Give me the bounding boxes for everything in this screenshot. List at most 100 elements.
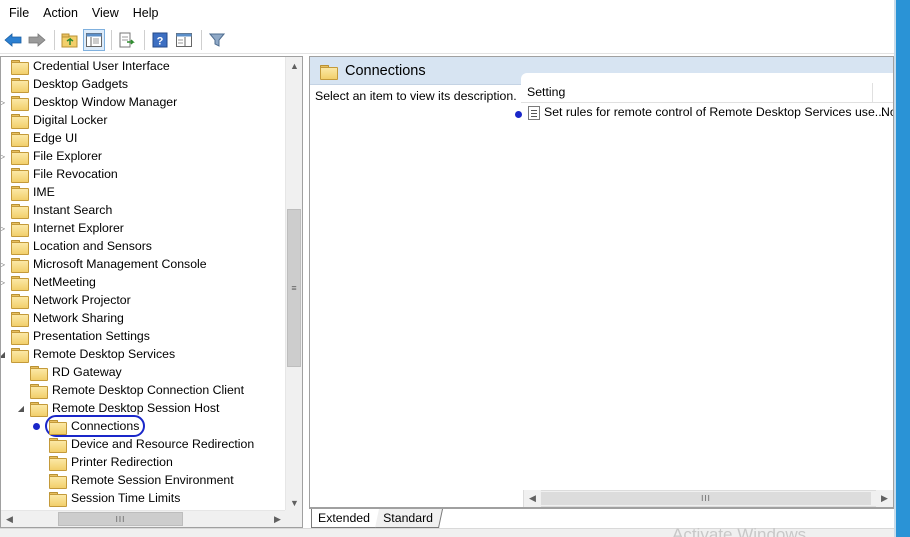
menu-file[interactable]: File [2, 2, 36, 24]
help-icon[interactable]: ? [149, 29, 171, 51]
tree-item[interactable]: Connections [1, 415, 286, 437]
show-hide-tree-icon[interactable] [83, 28, 105, 51]
tree-hscroll-thumb[interactable]: III [58, 512, 183, 526]
folder-icon [11, 276, 29, 291]
tab-standard[interactable]: Standard [374, 509, 444, 528]
tree-item-label: Network Sharing [33, 311, 124, 325]
tree-item-label: NetMeeting [33, 275, 96, 289]
tree-item-label: Remote Desktop Session Host [52, 401, 220, 415]
tree-item[interactable]: Digital Locker [1, 111, 286, 129]
tree-item[interactable]: Device and Resource Redirection [1, 435, 286, 453]
tree-item[interactable]: RD Gateway [1, 363, 286, 381]
expand-arrow-icon[interactable]: ▷ [1, 93, 6, 111]
filter-icon[interactable] [206, 29, 228, 51]
folder-icon [30, 384, 48, 399]
setting-name: Set rules for remote control of Remote D… [544, 105, 886, 119]
folder-icon [11, 240, 29, 255]
folder-icon [11, 150, 29, 165]
expand-arrow-icon[interactable]: ▷ [1, 147, 6, 165]
tree-item[interactable]: ▷ Desktop Window Manager [1, 93, 286, 111]
svg-text:?: ? [157, 35, 164, 47]
details-pane: Connections Select an item to view its d… [309, 56, 894, 508]
tree-item[interactable]: ▷ NetMeeting [1, 273, 286, 291]
folder-icon [11, 78, 29, 93]
folder-icon [11, 96, 29, 111]
tab-extended[interactable]: Extended [311, 509, 375, 528]
tree-horizontal-scrollbar[interactable]: ◀ III ▶ [1, 510, 286, 527]
collapse-arrow-icon[interactable]: ◢ [17, 399, 25, 417]
expand-arrow-icon[interactable]: ▷ [1, 255, 6, 273]
folder-icon [11, 60, 29, 75]
tree-item[interactable]: Network Sharing [1, 309, 286, 327]
toolbar-separator [111, 29, 112, 50]
tree-item[interactable]: Remote Session Environment [1, 471, 286, 489]
back-arrow-icon[interactable] [2, 29, 24, 51]
folder-icon [11, 348, 29, 363]
toolbar-separator [201, 29, 202, 50]
tree-item-label: File Explorer [33, 149, 103, 163]
tree-item-label: Session Time Limits [71, 491, 181, 505]
folder-icon [49, 474, 67, 489]
folder-icon [11, 186, 29, 201]
tree-vertical-scrollbar[interactable]: ▲ ≡ ▼ [285, 57, 302, 511]
tree-item-label: Printer Redirection [71, 455, 173, 469]
export-list-icon[interactable] [116, 29, 138, 51]
tree-scroll-thumb[interactable]: ≡ [287, 209, 301, 367]
list-horizontal-scrollbar[interactable]: ◀ III ▶ [523, 490, 893, 507]
folder-icon [11, 168, 29, 183]
list-hscroll-thumb[interactable]: III [541, 492, 871, 505]
tree-item[interactable]: Presentation Settings [1, 327, 286, 345]
properties-icon[interactable] [173, 29, 195, 51]
tree-item-label: File Revocation [33, 167, 118, 181]
tree-item-label: Remote Session Environment [71, 473, 234, 487]
tree-item[interactable]: File Revocation [1, 165, 286, 183]
scroll-left-icon[interactable]: ◀ [1, 511, 18, 527]
annotation-dot [33, 423, 40, 430]
up-folder-icon[interactable] [59, 29, 81, 51]
scroll-down-icon[interactable]: ▼ [286, 494, 302, 511]
scroll-right-icon[interactable]: ▶ [269, 511, 286, 527]
scroll-right-icon[interactable]: ▶ [876, 490, 893, 507]
menu-view[interactable]: View [85, 2, 126, 24]
list-item[interactable]: Set rules for remote control of Remote D… [515, 104, 893, 122]
tree-item-label: Remote Desktop Services [33, 347, 176, 361]
tree-item[interactable]: Desktop Gadgets [1, 75, 286, 93]
tree-item[interactable]: Remote Desktop Connection Client [1, 381, 286, 399]
settings-list: Setting Set rules for remote control of … [515, 73, 893, 507]
tree-item[interactable]: ◢ Remote Desktop Services [1, 345, 286, 363]
menu-action[interactable]: Action [36, 2, 85, 24]
window-edge [894, 0, 910, 537]
description-text: Select an item to view its description. [315, 89, 517, 103]
expand-arrow-icon[interactable]: ▷ [1, 273, 6, 291]
tree-item[interactable]: Session Time Limits [1, 489, 286, 507]
tree-item-label: Desktop Gadgets [33, 77, 129, 91]
toolbar-separator [54, 29, 55, 50]
tree-item[interactable]: Location and Sensors [1, 237, 286, 255]
tree-item[interactable]: IME [1, 183, 286, 201]
tree-item[interactable]: ▷ Microsoft Management Console [1, 255, 286, 273]
details-title: Connections [345, 63, 426, 79]
tree-item[interactable]: Edge UI [1, 129, 286, 147]
tree-item[interactable]: Instant Search [1, 201, 286, 219]
column-header-setting[interactable]: Setting [521, 83, 873, 103]
tree-item[interactable]: Credential User Interface [1, 57, 286, 75]
scroll-left-icon[interactable]: ◀ [524, 490, 541, 507]
tree-item[interactable]: ◢ Remote Desktop Session Host [1, 399, 286, 417]
collapse-arrow-icon[interactable]: ◢ [1, 345, 6, 363]
tree-item-label: Edge UI [33, 131, 78, 145]
folder-icon [49, 492, 67, 507]
folder-icon [11, 222, 29, 237]
forward-arrow-icon[interactable] [26, 29, 48, 51]
scroll-up-icon[interactable]: ▲ [286, 57, 302, 74]
menu-help[interactable]: Help [126, 2, 166, 24]
tree-item[interactable]: ▷ Internet Explorer [1, 219, 286, 237]
policy-setting-icon [528, 106, 540, 120]
expand-arrow-icon[interactable]: ▷ [1, 219, 6, 237]
tree-item[interactable]: Printer Redirection [1, 453, 286, 471]
tree-item[interactable]: ▷ File Explorer [1, 147, 286, 165]
tree-item-label: Microsoft Management Console [33, 257, 207, 271]
tree-item[interactable]: Network Projector [1, 291, 286, 309]
tree-item-label: Desktop Window Manager [33, 95, 178, 109]
column-header-state[interactable] [874, 83, 893, 103]
tree-item-label: Location and Sensors [33, 239, 152, 253]
